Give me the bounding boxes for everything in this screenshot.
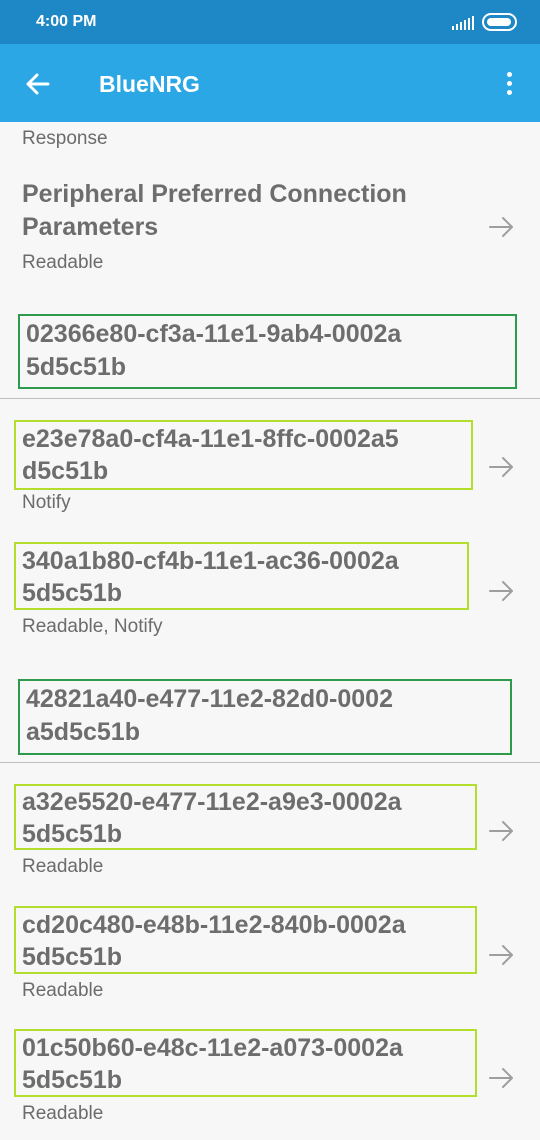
arrow-right-icon: [489, 1068, 513, 1088]
characteristic-uuid-line: d5c51b: [22, 457, 109, 485]
characteristic-uuid-line: e23e78a0-cf4a-11e1-8ffc-0002a5: [22, 425, 399, 453]
characteristic-item[interactable]: 340a1b80-cf4b-11e1-ac36-0002a 5d5c51b Re…: [0, 542, 540, 646]
arrow-right-icon: [489, 457, 513, 477]
app-bar: BlueNRG: [0, 44, 540, 122]
arrow-right-icon: [489, 821, 513, 841]
characteristic-item[interactable]: cd20c480-e48b-11e2-840b-0002a 5d5c51b Re…: [0, 906, 540, 1010]
characteristic-title: Peripheral Preferred Connection: [22, 180, 407, 208]
characteristic-uuid-line: 01c50b60-e48c-11e2-a073-0002a: [22, 1034, 403, 1062]
characteristic-properties: Readable: [22, 980, 104, 1001]
service-uuid-line: 5d5c51b: [26, 353, 127, 381]
characteristic-uuid-line: 5d5c51b: [22, 579, 123, 607]
arrow-right-icon: [489, 945, 513, 965]
service-uuid-1[interactable]: 02366e80-cf3a-11e1-9ab4-0002a 5d5c51b: [18, 314, 517, 389]
status-time: 4:00 PM: [36, 13, 97, 30]
characteristic-uuid-highlight: a32e5520-e477-11e2-a9e3-0002a 5d5c51b: [14, 784, 477, 850]
characteristic-item[interactable]: a32e5520-e477-11e2-a9e3-0002a 5d5c51b Re…: [0, 784, 540, 888]
arrow-left-icon[interactable]: [18, 64, 58, 104]
characteristic-properties: Readable: [22, 1103, 104, 1124]
divider: [0, 762, 540, 763]
battery-icon: [482, 13, 517, 31]
characteristic-properties: Readable, Notify: [22, 616, 163, 637]
characteristic-uuid-line: a32e5520-e477-11e2-a9e3-0002a: [22, 788, 402, 816]
characteristic-properties: Readable: [22, 856, 104, 877]
characteristic-uuid-line: 5d5c51b: [22, 943, 123, 971]
characteristic-uuid-highlight: 340a1b80-cf4b-11e1-ac36-0002a 5d5c51b: [14, 542, 469, 610]
service-uuid-line: 42821a40-e477-11e2-82d0-0002: [26, 685, 393, 713]
characteristic-uuid-highlight: e23e78a0-cf4a-11e1-8ffc-0002a5 d5c51b: [14, 420, 473, 490]
more-vert-icon[interactable]: [494, 64, 524, 104]
characteristic-item[interactable]: 01c50b60-e48c-11e2-a073-0002a 5d5c51b Re…: [0, 1028, 540, 1132]
characteristic-uuid-line: 340a1b80-cf4b-11e1-ac36-0002a: [22, 547, 399, 575]
characteristic-title: Parameters: [22, 213, 159, 241]
characteristic-uuid-line: 5d5c51b: [22, 1066, 123, 1094]
characteristic-properties: Readable: [22, 252, 104, 273]
divider: [0, 398, 540, 399]
characteristic-uuid-line: 5d5c51b: [22, 820, 123, 848]
characteristic-properties: Response: [22, 128, 108, 149]
service-uuid-line: a5d5c51b: [26, 718, 140, 746]
service-uuid-2[interactable]: 42821a40-e477-11e2-82d0-0002 a5d5c51b: [18, 679, 512, 755]
characteristic-properties: Notify: [22, 492, 71, 513]
characteristic-uuid-line: cd20c480-e48b-11e2-840b-0002a: [22, 911, 406, 939]
status-bar: 4:00 PM: [0, 0, 540, 44]
characteristic-item-ppcp[interactable]: Peripheral Preferred Connection Paramete…: [0, 172, 540, 282]
app-title: BlueNRG: [99, 71, 200, 97]
arrow-right-icon: [489, 581, 513, 601]
characteristic-uuid-highlight: cd20c480-e48b-11e2-840b-0002a 5d5c51b: [14, 906, 477, 974]
characteristic-uuid-highlight: 01c50b60-e48c-11e2-a073-0002a 5d5c51b: [14, 1029, 477, 1097]
service-uuid-line: 02366e80-cf3a-11e1-9ab4-0002a: [26, 320, 402, 348]
signal-icon: [452, 16, 474, 30]
service-list[interactable]: Response Peripheral Preferred Connection…: [0, 122, 540, 1140]
characteristic-item[interactable]: e23e78a0-cf4a-11e1-8ffc-0002a5 d5c51b No…: [0, 418, 540, 522]
arrow-right-icon: [489, 217, 513, 237]
